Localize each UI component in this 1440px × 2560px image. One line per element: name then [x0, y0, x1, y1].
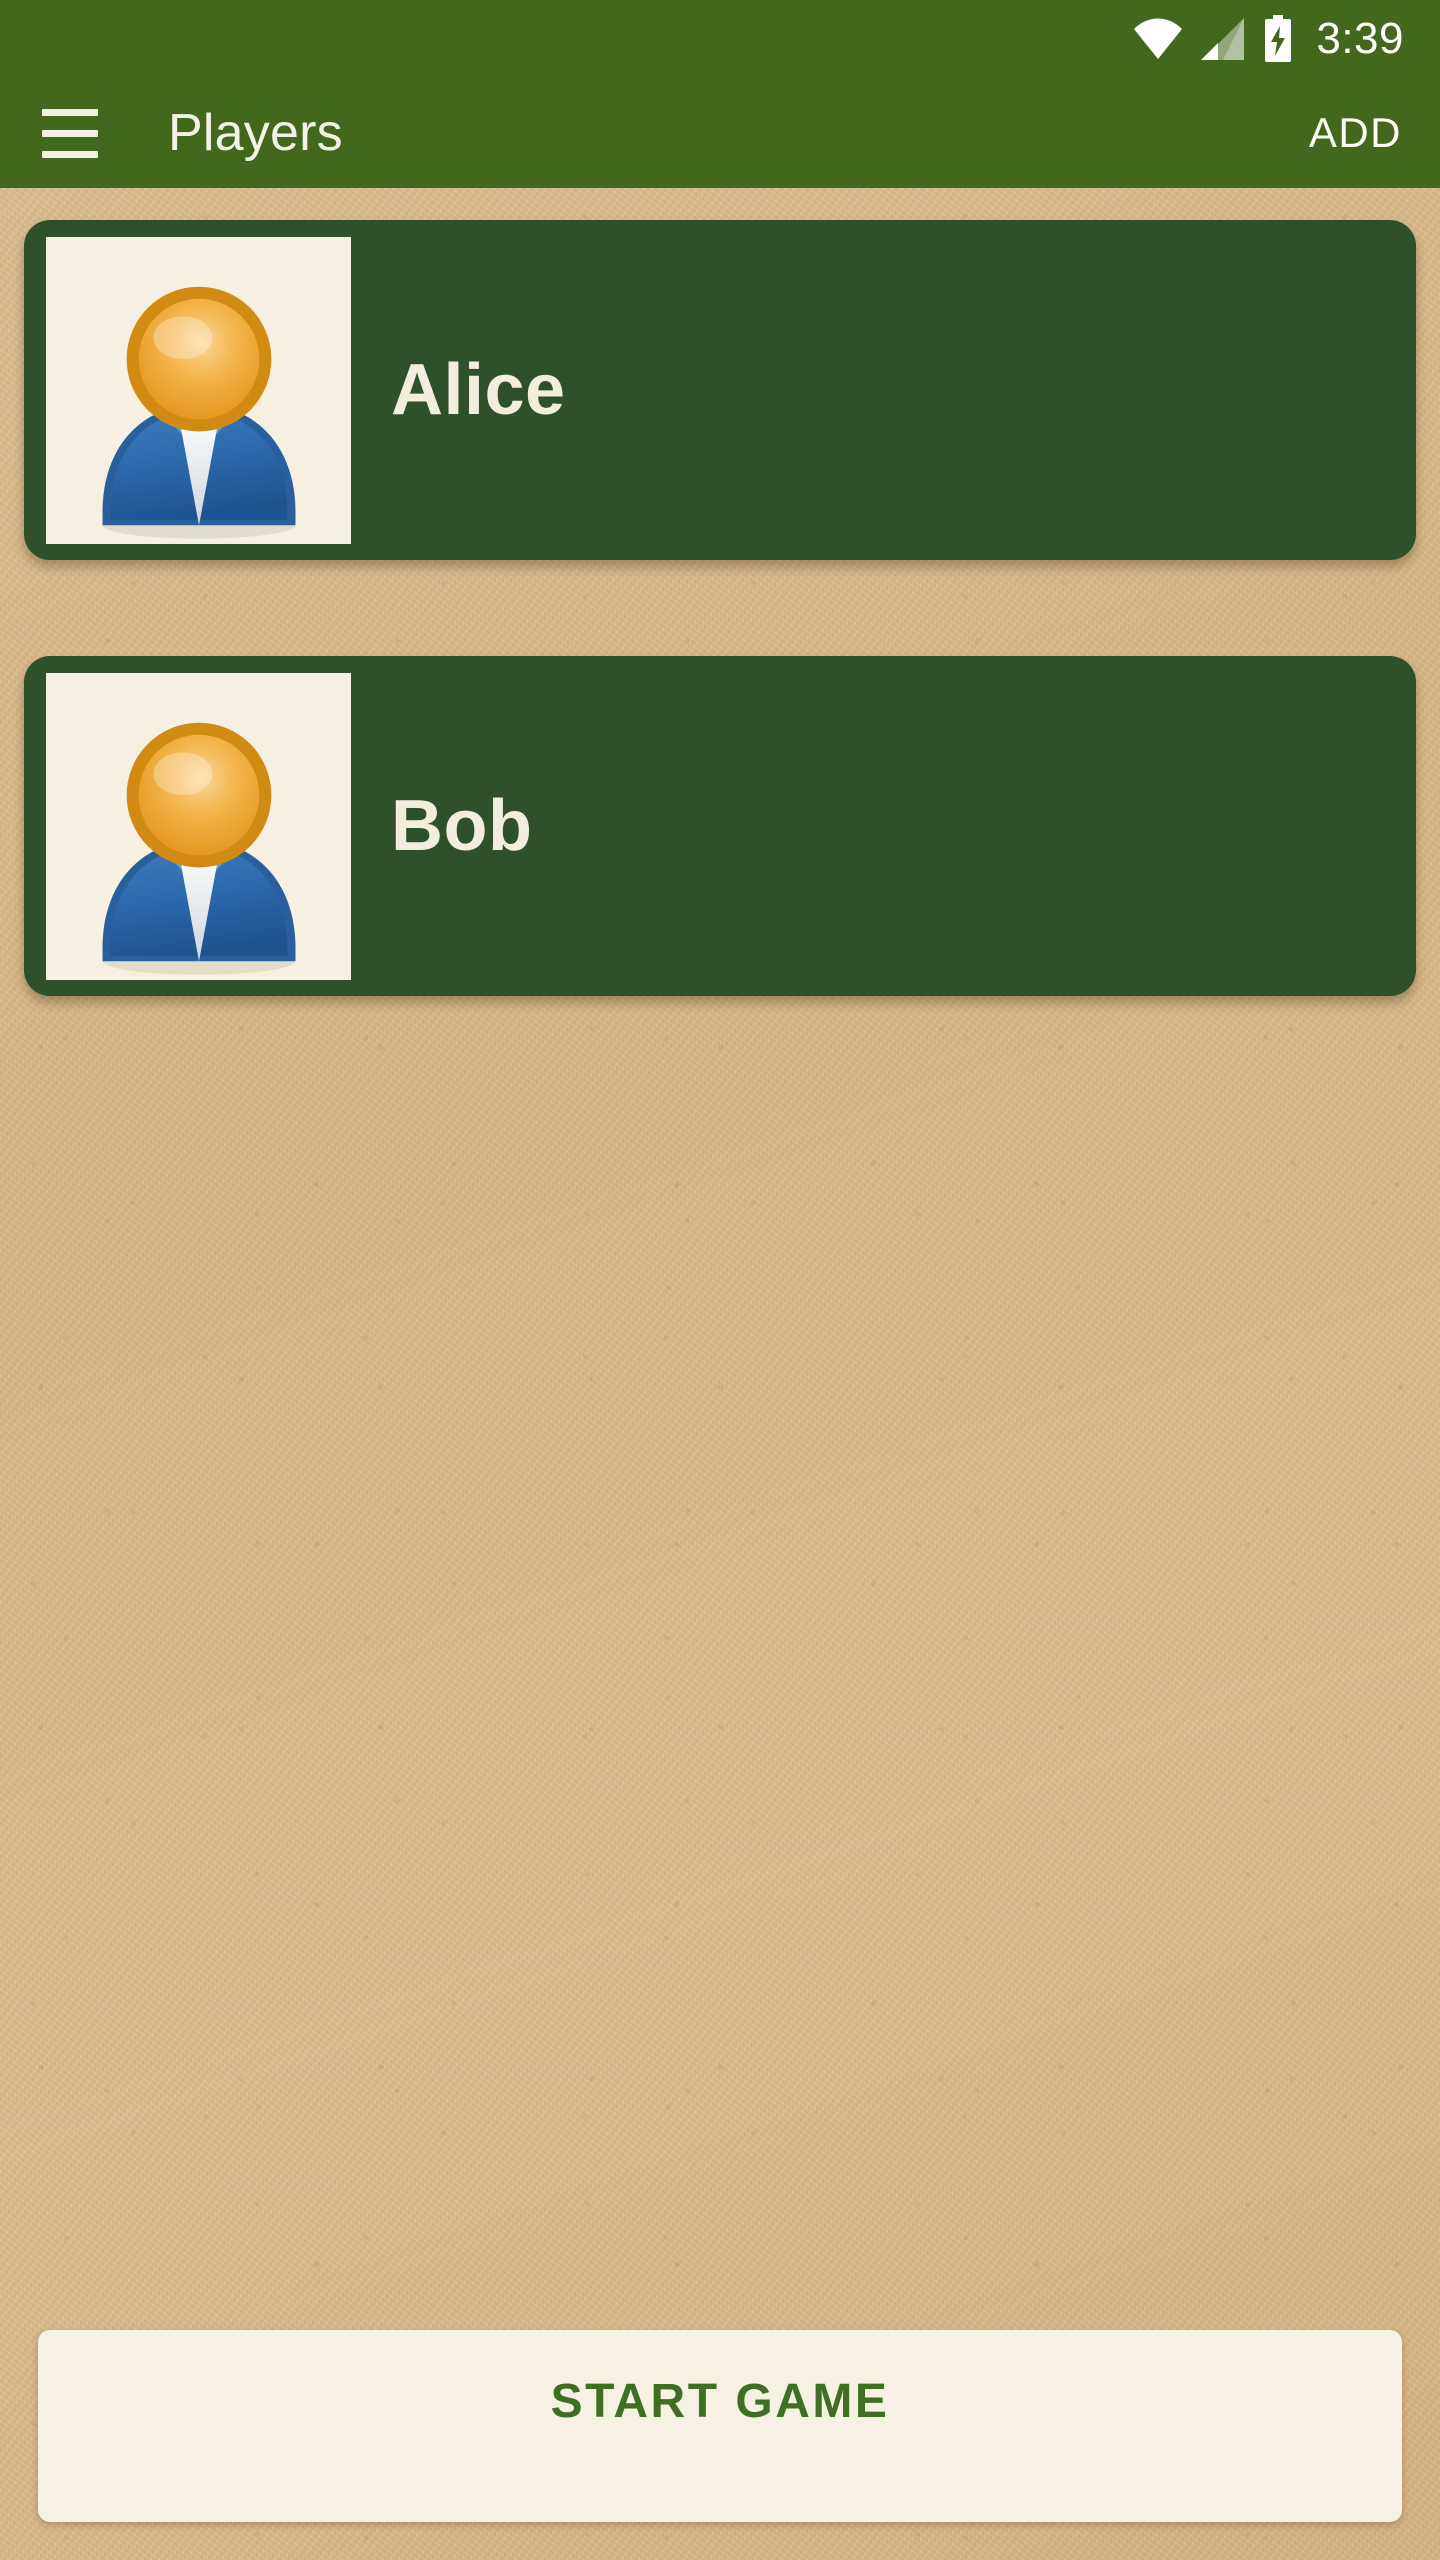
add-player-button[interactable]: ADD [1309, 109, 1402, 157]
app-bar: Players ADD [0, 78, 1440, 188]
start-game-label: START GAME [550, 2375, 890, 2428]
status-bar-clock: 3:39 [1316, 14, 1404, 63]
avatar [46, 236, 351, 544]
player-list: Alice Bob [0, 188, 1440, 1092]
person-avatar-icon [102, 722, 295, 975]
page-title: Players [168, 104, 343, 162]
person-avatar-icon [102, 286, 295, 539]
start-game-button[interactable]: START GAME [38, 2330, 1402, 2522]
cellular-signal-icon [1198, 17, 1248, 61]
wifi-icon [1132, 17, 1184, 61]
player-name: Bob [391, 786, 533, 866]
menu-line-3 [42, 150, 98, 158]
player-name: Alice [391, 350, 566, 430]
battery-charging-icon [1262, 15, 1294, 63]
status-bar: 3:39 [0, 0, 1440, 78]
player-list-item[interactable]: Bob [24, 656, 1416, 996]
menu-line-2 [42, 129, 98, 137]
player-list-item[interactable]: Alice [24, 220, 1416, 560]
menu-line-1 [42, 108, 98, 116]
hamburger-menu-icon[interactable] [22, 85, 118, 181]
avatar [46, 672, 351, 980]
